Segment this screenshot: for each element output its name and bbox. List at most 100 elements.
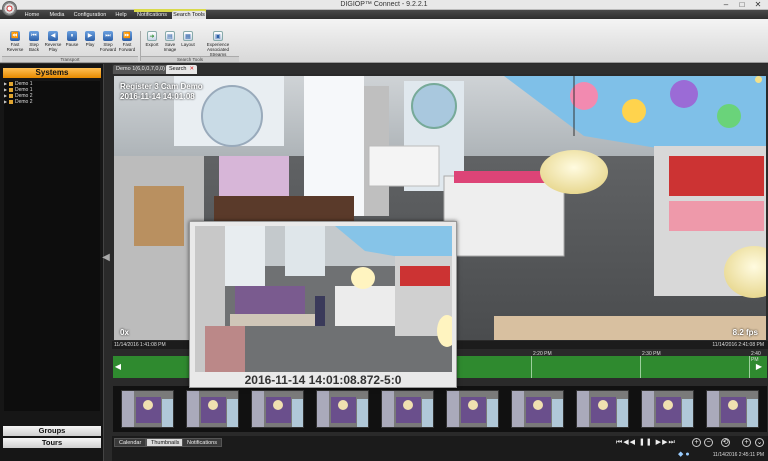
thumbnail-image (512, 391, 563, 427)
tab-configuration[interactable]: Configuration (72, 11, 108, 19)
close-button[interactable]: ✕ (750, 0, 766, 10)
save-image-icon: ▤ (165, 31, 175, 41)
play-button[interactable]: ▶ Play (81, 31, 99, 47)
server-icon (9, 93, 13, 98)
timeline-tick (749, 356, 750, 378)
zoom-out-icon[interactable]: − (704, 438, 713, 447)
playback-controls[interactable]: ⏮◀◀ ❚❚ ▶▶⏭ (616, 438, 676, 447)
app-logo-icon[interactable] (2, 1, 17, 16)
thumbnail[interactable] (186, 390, 239, 428)
tab-thumbnails[interactable]: Thumbnails (146, 438, 185, 447)
video-timestamp-overlay: 2016-11-14 14:01:08 (120, 92, 195, 101)
window-title: DIGIOP™ Connect - 9.2.2.1 (340, 1, 428, 8)
tree-item[interactable]: ▶ Demo 2 (4, 99, 100, 105)
pause-button[interactable]: ⏸ Pause (63, 31, 81, 47)
add-icon[interactable]: + (742, 438, 751, 447)
thumbnail-preview-popup: 2016-11-14 14:01:08.872-5:0 (189, 221, 457, 388)
thumbnail-image (707, 391, 758, 427)
menu-bar: Home Media Configuration Help Notificati… (0, 9, 768, 19)
left-panel: Systems ▶ Demo 1 ▶ Demo 1 ▶ Demo 2 ▶ Demo 2 … (0, 64, 104, 461)
associated-streams-icon: ▣ (213, 31, 223, 41)
thumbnail[interactable] (576, 390, 629, 428)
step-forward-button[interactable]: ⏭ Step Forward (99, 31, 117, 52)
timeline-tick (640, 356, 641, 378)
transport-group-label: Transport (2, 56, 138, 62)
thumbnail[interactable] (641, 390, 694, 428)
ribbon: ⏪ Fast Reverse ⏮ Step Back ◀ Reverse Pla… (0, 19, 768, 63)
thumbnail-image (447, 391, 498, 427)
sync-icon[interactable]: ⟲ (721, 438, 730, 447)
tab-help[interactable]: Help (112, 11, 130, 19)
fast-reverse-button[interactable]: ⏪ Fast Reverse (6, 31, 24, 52)
thumbnail[interactable] (316, 390, 369, 428)
tab-demo-camera[interactable]: Demo 1(6,0,0,7,0,0) (113, 65, 168, 74)
close-tab-icon[interactable]: ✕ (189, 66, 194, 72)
reverse-play-icon: ◀ (48, 31, 58, 41)
thumbnail-image (317, 391, 368, 427)
thumbnail[interactable] (511, 390, 564, 428)
status-icons: ◆ ● (678, 451, 690, 458)
fps-overlay: 8.2 fps (732, 328, 758, 337)
thumbnail-strip (113, 386, 767, 432)
export-button[interactable]: ➜ Export (143, 31, 161, 47)
systems-header[interactable]: Systems (3, 68, 101, 78)
tab-media[interactable]: Media (46, 11, 68, 19)
timeline-tick (531, 356, 532, 378)
pause-icon: ⏸ (67, 31, 77, 41)
fast-forward-icon: ⏩ (122, 31, 132, 41)
layout-icon: ▦ (183, 31, 193, 41)
thumbnail-image (252, 391, 303, 427)
server-icon (9, 87, 13, 92)
timeline-right-arrow-icon[interactable]: ▶ (755, 362, 763, 372)
bottom-bar: Calendar Thumbnails Notifications ⏮◀◀ ❚❚… (112, 436, 768, 461)
zoom-in-icon[interactable]: + (692, 438, 701, 447)
layout-button[interactable]: ▦ Layout (179, 31, 197, 47)
expand-arrow-icon[interactable]: ▶ (4, 99, 7, 105)
thumbnail[interactable] (251, 390, 304, 428)
minimize-button[interactable]: – (718, 0, 734, 10)
timeline-left-arrow-icon[interactable]: ◀ (114, 362, 122, 372)
title-bar: DIGIOP™ Connect - 9.2.2.1 – □ ✕ (0, 0, 768, 10)
tab-search-tools[interactable]: Search Tools (172, 11, 206, 19)
thumbnail[interactable] (381, 390, 434, 428)
tab-search[interactable]: Search ✕ (166, 65, 198, 74)
server-icon (9, 81, 13, 86)
thumbnail[interactable] (121, 390, 174, 428)
thumbnail[interactable] (446, 390, 499, 428)
view-tabs: Demo 1(6,0,0,7,0,0) Search ✕ (112, 64, 768, 74)
fast-reverse-icon: ⏪ (10, 31, 20, 41)
experience-associated-streams-button[interactable]: ▣ Experience Associated Streams (198, 31, 238, 57)
preview-timestamp: 2016-11-14 14:01:08.872-5:0 (244, 373, 402, 387)
tab-notifications-bottom[interactable]: Notifications (182, 438, 222, 447)
export-icon: ➜ (147, 31, 157, 41)
tab-notifications[interactable]: Notifications (134, 11, 170, 19)
timeline-end-time: 11/14/2016 2:41:08 PM (712, 342, 764, 348)
tab-calendar[interactable]: Calendar (114, 438, 147, 447)
thumbnail[interactable] (706, 390, 759, 428)
timeline-label: 2:30 PM (642, 351, 661, 357)
timeline-start-time: 11/14/2016 1:41:08 PM (114, 342, 166, 348)
play-icon: ▶ (85, 31, 95, 41)
save-image-button[interactable]: ▤ Save Image (161, 31, 179, 52)
step-back-button[interactable]: ⏮ Step Back (25, 31, 43, 52)
collapse-panel-arrow-icon[interactable]: ◀ (101, 250, 111, 266)
step-back-icon: ⏮ (29, 31, 39, 41)
thumbnail-image (382, 391, 433, 427)
playback-speed-overlay: 0x (120, 328, 129, 337)
thumbnail-image (577, 391, 628, 427)
groups-button[interactable]: Groups (3, 426, 101, 436)
systems-tree: ▶ Demo 1 ▶ Demo 1 ▶ Demo 2 ▶ Demo 2 (4, 81, 100, 411)
thumbnail-image (122, 391, 173, 427)
tab-home[interactable]: Home (22, 11, 42, 19)
tours-button[interactable]: Tours (3, 438, 101, 448)
server-icon (9, 99, 13, 104)
thumbnail-image (187, 391, 238, 427)
maximize-button[interactable]: □ (734, 0, 750, 10)
timeline-label: 2:20 PM (533, 351, 552, 357)
search-tools-group-label: Search Tools (141, 56, 239, 62)
collapse-icon[interactable]: ⌄ (755, 438, 764, 447)
info-light-icon (755, 76, 762, 83)
fast-forward-button[interactable]: ⏩ Fast Forward (118, 31, 136, 52)
reverse-play-button[interactable]: ◀ Reverse Play (44, 31, 62, 52)
preview-scene-image (195, 226, 452, 372)
